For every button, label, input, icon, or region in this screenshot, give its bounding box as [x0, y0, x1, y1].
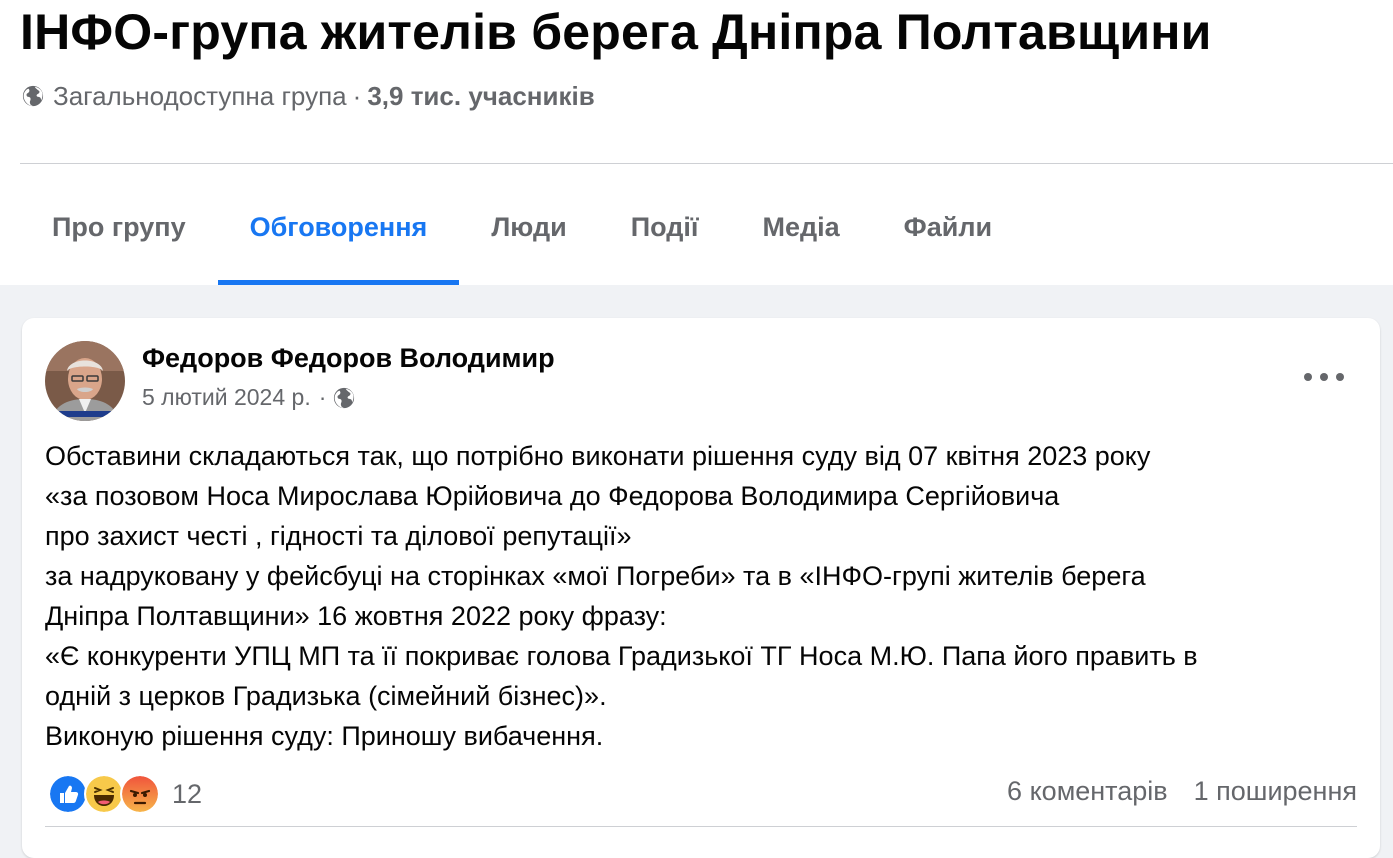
group-header: ІНФО-група жителів берега Дніпра Полтавщ…	[0, 0, 1393, 285]
post-text: Обставини складаються так, що потрібно в…	[45, 436, 1355, 756]
globe-icon	[22, 85, 44, 107]
reaction-count: 12	[172, 778, 203, 809]
post-author[interactable]: Федоров Федоров Володимир	[142, 343, 555, 374]
globe-icon[interactable]	[333, 387, 355, 409]
post-text-line: Дніпра Полтавщини» 16 жовтня 2022 року ф…	[45, 601, 667, 631]
tab-about[interactable]: Про групу	[20, 170, 218, 285]
post-text-line: про захист честі , гідності та ділової р…	[45, 521, 632, 551]
like-icon	[48, 774, 88, 814]
post-date[interactable]: 5 лютий 2024 р.	[142, 384, 311, 411]
tab-files[interactable]: Файли	[872, 170, 1024, 285]
group-title[interactable]: ІНФО-група жителів берега Дніпра Полтавщ…	[20, 0, 1212, 64]
group-meta: Загальнодоступна група · 3,9 тис. учасни…	[22, 78, 595, 114]
post-text-line: «Є конкуренти УПЦ МП та її покриває голо…	[45, 641, 1198, 671]
meta-separator: ·	[318, 384, 327, 410]
post-card: Федоров Федоров Володимир 5 лютий 2024 р…	[22, 318, 1380, 858]
avatar[interactable]	[45, 341, 125, 421]
more-options-icon[interactable]	[1304, 366, 1344, 388]
comments-count[interactable]: 6 коментарів	[1007, 776, 1168, 807]
shares-count[interactable]: 1 поширення	[1194, 776, 1357, 807]
post-text-line: Обставини складаються так, що потрібно в…	[45, 441, 1151, 471]
meta-separator: ·	[352, 81, 362, 111]
haha-icon	[84, 774, 124, 814]
post-text-line: одній з церков Градизька (сімейний бізне…	[45, 681, 607, 711]
post-divider	[45, 826, 1357, 827]
reaction-summary[interactable]: 12	[48, 774, 202, 814]
tab-events[interactable]: Події	[599, 170, 731, 285]
group-tabs: Про групу Обговорення Люди Події Медіа Ф…	[20, 170, 1024, 285]
post-text-line: «за позовом Носа Мирослава Юрійовича до …	[45, 481, 1060, 511]
post-meta: 5 лютий 2024 р. ·	[142, 384, 355, 411]
post-text-line: за надруковану у фейсбуці на сторінках «…	[45, 561, 1146, 591]
tab-media[interactable]: Медіа	[730, 170, 871, 285]
post-text-line: Виконую рішення суду: Приношу вибачення.	[45, 721, 604, 751]
post-stats: 6 коментарів 1 поширення	[1007, 776, 1357, 807]
tab-discussion[interactable]: Обговорення	[217, 170, 460, 285]
angry-icon	[120, 774, 160, 814]
tab-people[interactable]: Люди	[459, 170, 598, 285]
member-count[interactable]: 3,9 тис. учасників	[367, 78, 594, 114]
header-divider	[20, 163, 1393, 164]
group-privacy[interactable]: Загальнодоступна група	[53, 78, 347, 114]
